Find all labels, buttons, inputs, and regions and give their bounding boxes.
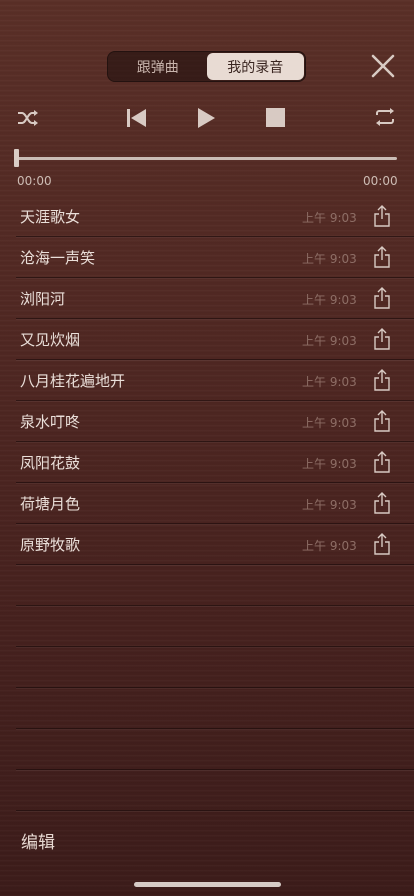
shuffle-icon — [18, 110, 38, 126]
recording-title: 凤阳花鼓 — [20, 454, 81, 472]
stop-button[interactable] — [266, 108, 286, 132]
stop-icon — [266, 108, 285, 127]
list-item[interactable]: 八月桂花遍地开 上午 9:03 — [16, 360, 414, 401]
share-button[interactable] — [373, 532, 391, 556]
recording-title: 浏阳河 — [20, 290, 66, 308]
share-button[interactable] — [373, 409, 391, 433]
close-button[interactable] — [370, 53, 396, 79]
recording-title: 泉水叮咚 — [20, 413, 81, 431]
skip-back-icon — [127, 109, 146, 127]
total-time: 00:00 — [363, 174, 398, 188]
home-indicator — [134, 882, 281, 887]
recordings-list: 天涯歌女 上午 9:03 沧海一声笑 上午 9:03 浏阳河 上午 9:03 又… — [16, 196, 414, 811]
tab-follow-play[interactable]: 跟弹曲 — [109, 53, 207, 80]
shuffle-button[interactable] — [16, 108, 40, 132]
recording-time: 上午 9:03 — [302, 539, 357, 553]
list-item[interactable]: 浏阳河 上午 9:03 — [16, 278, 414, 319]
recording-time: 上午 9:03 — [302, 457, 357, 471]
recording-title: 天涯歌女 — [20, 208, 81, 226]
segmented-control: 跟弹曲 我的录音 — [107, 51, 306, 82]
share-icon — [374, 246, 390, 268]
recording-time: 上午 9:03 — [302, 416, 357, 430]
play-button[interactable] — [196, 107, 216, 133]
list-item[interactable]: 原野牧歌 上午 9:03 — [16, 524, 414, 565]
share-button[interactable] — [373, 450, 391, 474]
recording-time: 上午 9:03 — [302, 252, 357, 266]
previous-button[interactable] — [126, 107, 148, 133]
recording-time: 上午 9:03 — [302, 211, 357, 225]
share-icon — [374, 451, 390, 473]
repeat-button[interactable] — [372, 107, 398, 133]
share-icon — [374, 410, 390, 432]
tab-my-recordings[interactable]: 我的录音 — [206, 53, 304, 80]
recording-title: 原野牧歌 — [20, 536, 81, 554]
share-button[interactable] — [373, 491, 391, 515]
progress-thumb[interactable] — [14, 149, 19, 167]
share-button[interactable] — [373, 286, 391, 310]
close-icon — [371, 54, 395, 78]
share-icon — [374, 205, 390, 227]
empty-row — [16, 729, 414, 770]
recording-time: 上午 9:03 — [302, 375, 357, 389]
share-icon — [374, 287, 390, 309]
edit-button[interactable]: 编辑 — [21, 828, 55, 853]
share-icon — [374, 492, 390, 514]
share-button[interactable] — [373, 368, 391, 392]
play-icon — [198, 108, 215, 128]
empty-row — [16, 565, 414, 606]
recording-time: 上午 9:03 — [302, 334, 357, 348]
recording-time: 上午 9:03 — [302, 498, 357, 512]
list-item[interactable]: 天涯歌女 上午 9:03 — [16, 196, 414, 237]
recording-title: 八月桂花遍地开 — [20, 372, 126, 390]
empty-row — [16, 647, 414, 688]
list-item[interactable]: 凤阳花鼓 上午 9:03 — [16, 442, 414, 483]
empty-row — [16, 770, 414, 811]
progress-track[interactable] — [17, 157, 397, 160]
empty-row — [16, 688, 414, 729]
share-button[interactable] — [373, 204, 391, 228]
share-button[interactable] — [373, 245, 391, 269]
list-item[interactable]: 泉水叮咚 上午 9:03 — [16, 401, 414, 442]
repeat-icon — [376, 108, 394, 126]
list-item[interactable]: 沧海一声笑 上午 9:03 — [16, 237, 414, 278]
share-icon — [374, 328, 390, 350]
share-icon — [374, 369, 390, 391]
empty-row — [16, 606, 414, 647]
share-button[interactable] — [373, 327, 391, 351]
recording-title: 荷塘月色 — [20, 495, 81, 513]
current-time: 00:00 — [17, 174, 52, 188]
share-icon — [374, 533, 390, 555]
recording-time: 上午 9:03 — [302, 293, 357, 307]
list-item[interactable]: 荷塘月色 上午 9:03 — [16, 483, 414, 524]
list-item[interactable]: 又见炊烟 上午 9:03 — [16, 319, 414, 360]
recording-title: 又见炊烟 — [20, 331, 81, 349]
recording-title: 沧海一声笑 — [20, 249, 96, 267]
